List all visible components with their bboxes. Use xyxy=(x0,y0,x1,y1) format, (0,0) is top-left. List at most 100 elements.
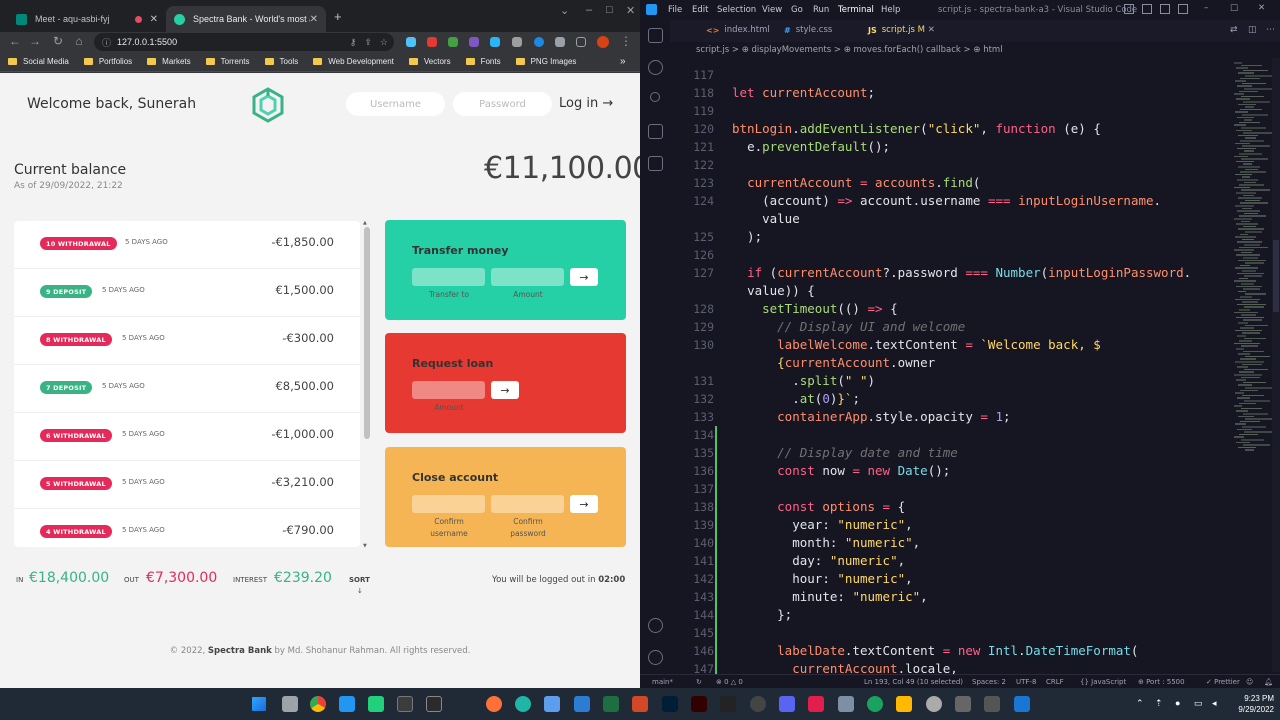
more-bookmarks-button[interactable]: » xyxy=(620,56,626,67)
indentation[interactable]: Spaces: 2 xyxy=(972,678,1006,686)
extension-icon[interactable] xyxy=(406,37,416,47)
minimize-icon[interactable]: – xyxy=(586,4,592,16)
menu-run[interactable]: Run xyxy=(813,5,829,15)
sort-arrow-icon[interactable]: ↓ xyxy=(357,587,363,595)
bookmark-vectors[interactable]: Vectors xyxy=(408,57,451,66)
transfer-submit-button[interactable]: → xyxy=(570,268,598,286)
scrollbar-thumb[interactable] xyxy=(1273,240,1279,312)
minimap[interactable] xyxy=(1230,58,1274,672)
compare-icon[interactable]: ⇄ xyxy=(1230,25,1238,35)
bookmark-social-media[interactable]: Social Media xyxy=(8,57,69,66)
login-button[interactable]: Log in → xyxy=(559,96,613,111)
code-editor[interactable]: 117 118 let currentAccount; 119 120 btnLog… xyxy=(670,60,1230,674)
display-icon[interactable]: ▭ xyxy=(1194,698,1203,709)
close-tab-icon[interactable]: ✕ xyxy=(150,14,158,25)
encoding[interactable]: UTF-8 xyxy=(1016,678,1036,686)
scroll-down-icon[interactable]: ▼ xyxy=(363,543,367,549)
live-server-port[interactable]: ⊕ Port : 5500 xyxy=(1138,678,1185,686)
chrome-app-icon[interactable] xyxy=(310,696,326,712)
scrollbar-thumb[interactable] xyxy=(364,227,370,439)
loan-amount-input[interactable] xyxy=(412,381,485,399)
layout-icon[interactable] xyxy=(1142,4,1152,14)
forward-icon[interactable]: → xyxy=(27,34,43,48)
start-windows-icon[interactable] xyxy=(252,697,266,711)
language-mode[interactable]: {} JavaScript xyxy=(1080,678,1126,686)
menu-terminal[interactable]: Terminal xyxy=(838,5,874,15)
photoshop-app-icon[interactable] xyxy=(662,696,678,712)
bookmark-fonts[interactable]: Fonts xyxy=(465,57,501,66)
microphone-icon[interactable]: ● xyxy=(1175,698,1180,708)
extension-icon[interactable] xyxy=(427,37,437,47)
firefox-app-icon[interactable] xyxy=(486,696,502,712)
tab-meet[interactable]: Meet - aqu-asbi-fyj ✕ xyxy=(8,6,166,32)
back-icon[interactable]: ← xyxy=(7,34,23,48)
premiere-app-icon[interactable] xyxy=(720,696,736,712)
tab-script-js[interactable]: JS script.js M ✕ xyxy=(868,25,935,35)
tab-style-css[interactable]: # style.css xyxy=(784,25,832,35)
reload-icon[interactable]: ↻ xyxy=(50,34,66,48)
system-clock[interactable]: 9:23 PM 9/29/2022 xyxy=(1222,693,1274,715)
bookmark-markets[interactable]: Markets xyxy=(147,57,191,66)
discord-app-icon[interactable] xyxy=(779,696,795,712)
line-endings[interactable]: CRLF xyxy=(1046,678,1064,686)
source-control-icon[interactable] xyxy=(650,92,660,102)
task-view-icon[interactable] xyxy=(282,696,298,712)
close-window-icon[interactable]: ✕ xyxy=(1258,3,1265,13)
layout-icon[interactable] xyxy=(1160,4,1170,14)
close-password-input[interactable] xyxy=(491,495,564,513)
key-icon[interactable]: ⚷ xyxy=(350,37,357,48)
photos-app-icon[interactable] xyxy=(838,696,854,712)
breadcrumb[interactable]: script.js > ⊕ displayMovements > ⊕ moves… xyxy=(670,42,1280,58)
editor-scrollbar[interactable] xyxy=(1272,58,1280,672)
cursor-position[interactable]: Ln 193, Col 49 (10 selected) xyxy=(864,678,963,686)
upload-icon[interactable]: ⇡ xyxy=(1155,698,1163,709)
anydesk-app-icon[interactable] xyxy=(808,696,824,712)
git-branch[interactable]: main* xyxy=(652,678,673,686)
extension-icon[interactable] xyxy=(512,37,522,47)
bookmark-portfolios[interactable]: Portfolios xyxy=(83,57,132,66)
transfer-amount-input[interactable] xyxy=(491,268,564,286)
close-window-icon[interactable]: ✕ xyxy=(626,4,635,17)
bookmark-web-development[interactable]: Web Development xyxy=(313,57,394,66)
extension-icon[interactable] xyxy=(490,37,500,47)
close-tab-icon[interactable]: ✕ xyxy=(928,25,935,35)
menu-icon[interactable]: ⋮ xyxy=(618,34,634,48)
puzzle-icon[interactable] xyxy=(555,37,565,47)
problems-indicator[interactable]: ⊗ 0 △ 0 xyxy=(716,678,743,686)
avatar[interactable] xyxy=(597,36,609,48)
layout-icon[interactable] xyxy=(1124,4,1134,14)
extension-icon[interactable] xyxy=(448,37,458,47)
sync-icon[interactable]: ↻ xyxy=(696,678,702,686)
extension-icon[interactable] xyxy=(534,37,544,47)
vscode-app-icon[interactable] xyxy=(339,696,355,712)
account-icon[interactable] xyxy=(648,618,663,633)
menu-file[interactable]: File xyxy=(668,5,682,15)
menu-edit[interactable]: Edit xyxy=(692,5,708,15)
bookmark-png-images[interactable]: PNG Images xyxy=(515,57,576,66)
menu-selection[interactable]: Selection xyxy=(717,5,756,15)
tab-index-html[interactable]: <> index.html xyxy=(706,25,770,35)
side-panel-icon[interactable] xyxy=(576,37,586,47)
cmd-app-icon[interactable] xyxy=(426,696,442,712)
excel-app-icon[interactable] xyxy=(603,696,619,712)
notifications-icon[interactable]: 🔔︎ xyxy=(1264,678,1273,686)
close-submit-button[interactable]: → xyxy=(570,495,598,513)
split-editor-icon[interactable]: ◫ xyxy=(1248,25,1257,35)
illustrator-app-icon[interactable] xyxy=(691,696,707,712)
app-icon[interactable] xyxy=(984,696,1000,712)
pycharm-app-icon[interactable] xyxy=(368,696,384,712)
bookmark-star-icon[interactable]: ☆ xyxy=(380,37,388,48)
home-icon[interactable]: ⌂ xyxy=(71,34,87,48)
transfer-to-input[interactable] xyxy=(412,268,485,286)
word-app-icon[interactable] xyxy=(574,696,590,712)
powerpoint-app-icon[interactable] xyxy=(632,696,648,712)
prettier-status[interactable]: ✓ Prettier xyxy=(1206,678,1240,686)
movements-scrollbar[interactable]: ▲ ▼ xyxy=(363,220,370,549)
explorer-app-icon[interactable] xyxy=(896,696,912,712)
address-bar[interactable]: ⓘ 127.0.0.1:5500 ⚷ ⇪ ☆ xyxy=(94,33,394,51)
maximize-icon[interactable]: □ xyxy=(606,4,613,16)
volume-icon[interactable]: ◂ xyxy=(1212,698,1217,709)
layout-icon[interactable] xyxy=(1178,4,1188,14)
bookmark-tools[interactable]: Tools xyxy=(264,57,298,66)
extensions-icon[interactable] xyxy=(648,156,663,171)
